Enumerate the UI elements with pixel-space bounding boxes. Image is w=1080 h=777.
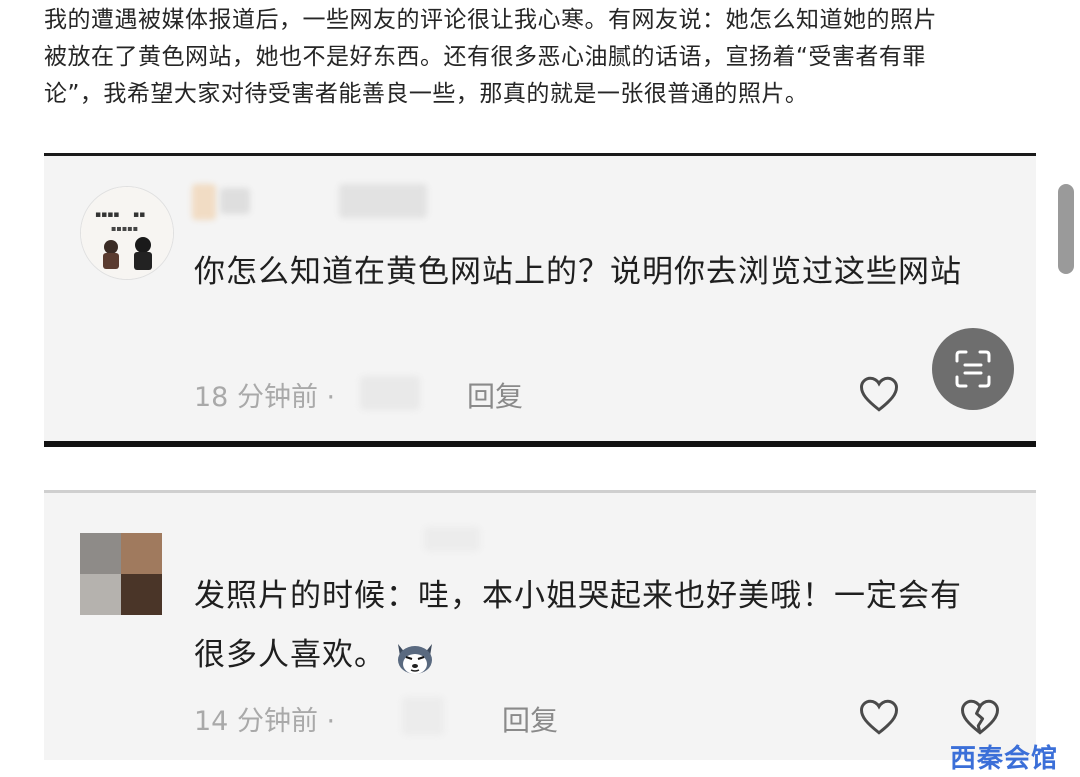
comment-time: 14 分钟前 · [194, 706, 336, 737]
article-line-1: 我的遭遇被媒体报道后，一些网友的评论很让我心寒。有网友说：她怎么知道她的照片 [44, 7, 937, 33]
comment-text-body: 发照片的时候：哇，本小姐哭起来也好美哦！一定会有很多人喜欢。 [194, 578, 962, 673]
avatar[interactable] [80, 533, 162, 615]
husky-dog-emoji-icon [392, 636, 438, 678]
comment-time: 18 分钟前 · [194, 382, 336, 413]
location-blur [360, 376, 420, 410]
username-blur [424, 527, 480, 551]
username-blur [339, 184, 427, 218]
scan-text-icon [955, 350, 991, 388]
article-line-3: 论”，我希望大家对待受害者能善良一些，那真的就是一张很普通的照片。 [44, 81, 809, 107]
avatar[interactable]: ▪▪▪▪ ▪▪ ▪▪▪▪▪ [80, 186, 174, 280]
heart-outline-icon[interactable] [858, 374, 900, 414]
comment-text: 发照片的时候：哇，本小姐哭起来也好美哦！一定会有很多人喜欢。 [194, 567, 974, 685]
location-blur [402, 697, 444, 735]
reply-button[interactable]: 回复 [502, 699, 558, 739]
scrollbar-thumb[interactable] [1058, 184, 1074, 274]
reply-button[interactable]: 回复 [467, 375, 523, 415]
svg-text:▪▪▪▪: ▪▪▪▪ [95, 210, 119, 220]
heart-outline-icon[interactable] [858, 697, 900, 737]
svg-text:▪▪: ▪▪ [133, 210, 145, 220]
broken-heart-icon[interactable] [959, 697, 1001, 737]
username-blur [220, 188, 250, 214]
comment-text: 你怎么知道在黄色网站上的？说明你去浏览过这些网站 [194, 254, 962, 290]
scan-button[interactable] [932, 328, 1014, 410]
article-text: 我的遭遇被媒体报道后，一些网友的评论很让我心寒。有网友说：她怎么知道她的照片 被… [44, 2, 1044, 113]
comment-card-2: 发照片的时候：哇，本小姐哭起来也好美哦！一定会有很多人喜欢。 14 分钟前 · … [44, 490, 1036, 760]
watermark: 西秦会馆 [950, 744, 1059, 774]
username-blur [192, 184, 216, 220]
comment-card-1: ▪▪▪▪ ▪▪ ▪▪▪▪▪ 你怎么知道在黄色网站上的？说明你去浏览过这些网站 1… [44, 153, 1036, 447]
article-line-2: 被放在了黄色网站，她也不是好东西。还有很多恶心油腻的话语，宣扬着“受害者有罪 [44, 44, 926, 70]
svg-text:▪▪▪▪▪: ▪▪▪▪▪ [111, 224, 138, 233]
